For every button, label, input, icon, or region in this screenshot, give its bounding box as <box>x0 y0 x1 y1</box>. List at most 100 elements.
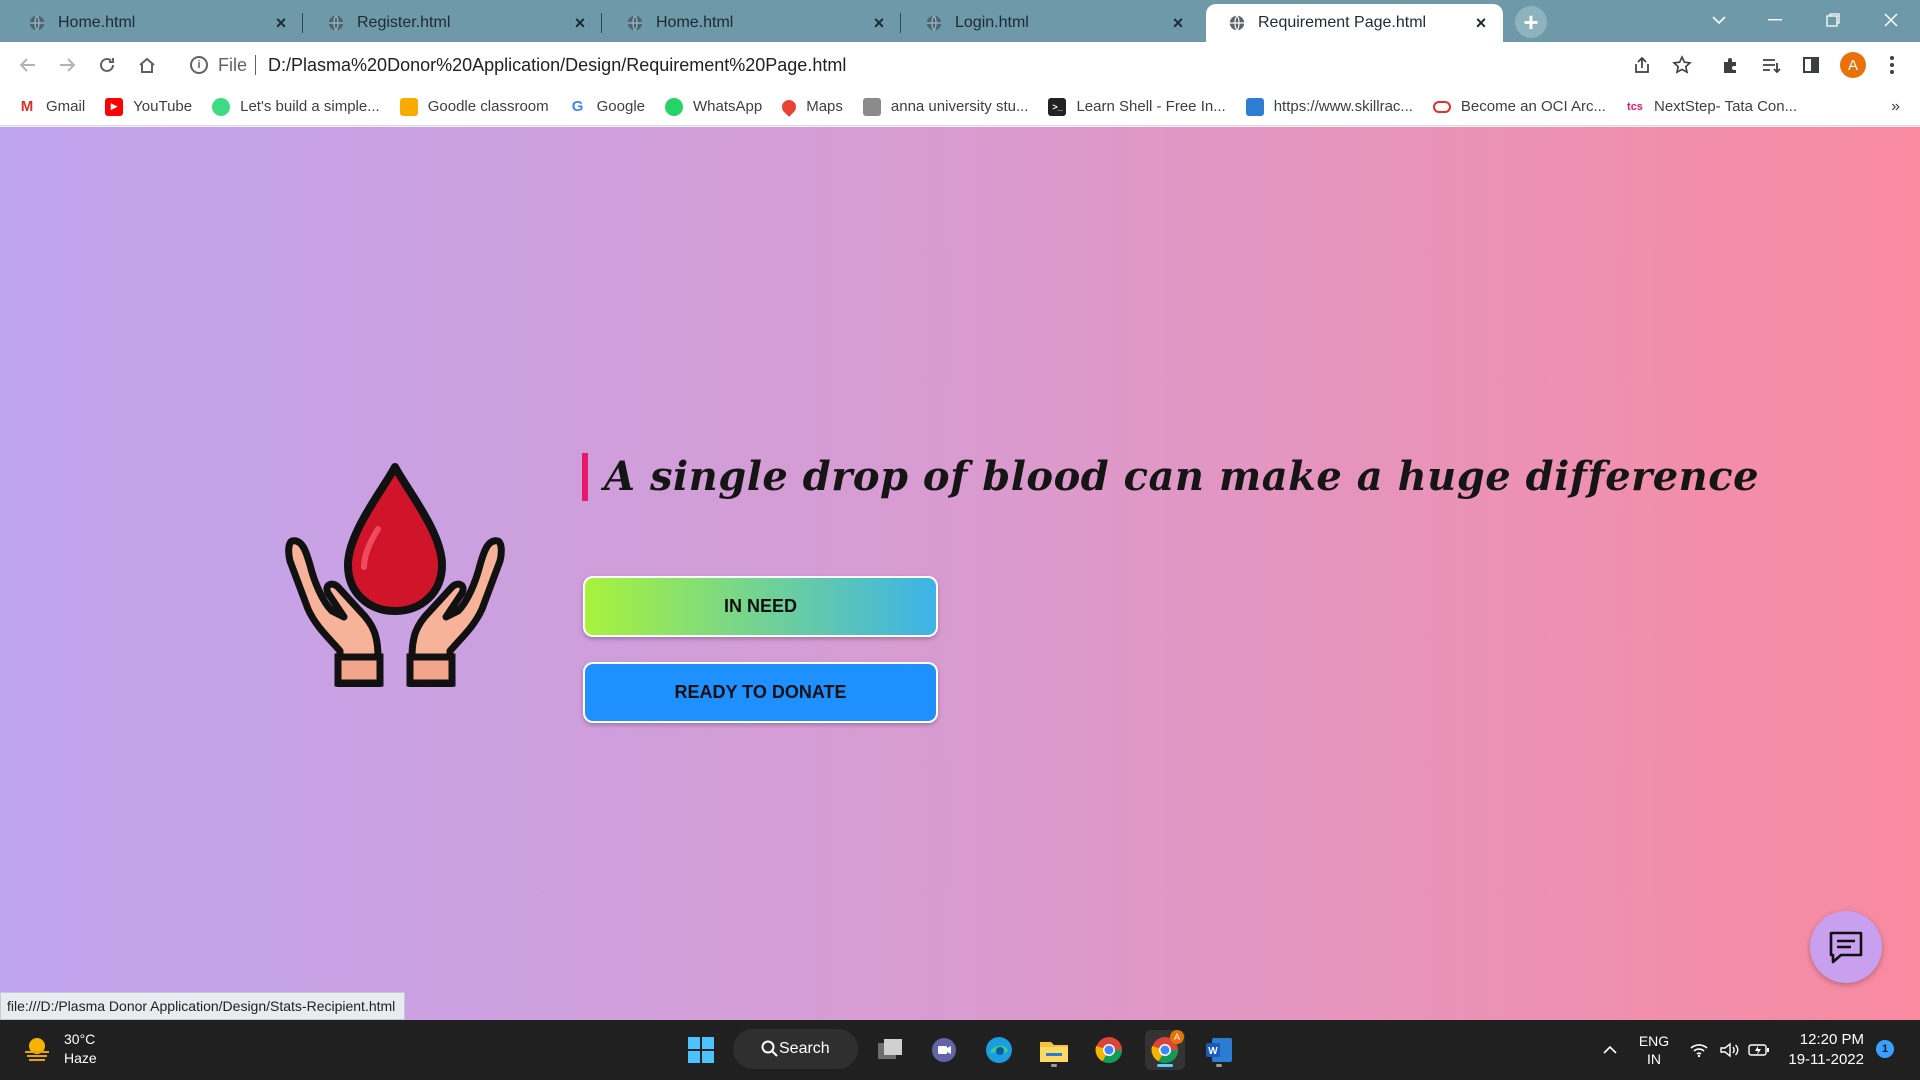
bookmark-anna-university[interactable]: anna university stu... <box>862 97 1029 116</box>
file-explorer-icon[interactable] <box>1034 1030 1074 1070</box>
weather-widget[interactable]: 30°C Haze <box>22 1030 97 1068</box>
bookmark-classroom[interactable]: Goodle classroom <box>399 97 549 116</box>
minimize-button[interactable] <box>1748 0 1802 40</box>
reload-icon <box>100 57 114 72</box>
url-scheme: File <box>218 54 248 75</box>
ready-to-donate-button[interactable]: READY TO DONATE <box>583 662 938 723</box>
browser-tab[interactable]: Register.html × <box>305 4 602 42</box>
close-tab-icon[interactable]: × <box>271 13 291 33</box>
close-tab-icon[interactable]: × <box>1471 13 1491 33</box>
region-code: IN <box>1647 1051 1661 1067</box>
bookmark-tcs[interactable]: tcs NextStep- Tata Con... <box>1625 97 1798 116</box>
bookmark-star-icon[interactable] <box>1668 51 1696 79</box>
back-button[interactable] <box>12 49 44 81</box>
show-hidden-icons-chevron-icon[interactable] <box>1598 1020 1622 1080</box>
chat-bubble-icon <box>1829 931 1863 964</box>
browser-toolbar: i File D:/Plasma%20Donor%20Application/D… <box>0 42 1920 88</box>
google-icon: G <box>568 97 587 116</box>
tab-title: Register.html <box>357 14 451 31</box>
bookmark-label: Learn Shell - Free In... <box>1076 98 1226 115</box>
new-tab-button[interactable]: + <box>1515 6 1547 38</box>
close-tab-icon[interactable]: × <box>869 13 889 33</box>
divider <box>255 55 257 75</box>
chrome-icon[interactable] <box>1089 1030 1129 1070</box>
bookmark-whatsapp[interactable]: WhatsApp <box>665 97 762 116</box>
language-indicator[interactable]: ENG IN <box>1634 1020 1674 1080</box>
globe-icon <box>328 15 344 31</box>
site-info-icon[interactable]: i <box>190 56 208 74</box>
system-clock[interactable]: 12:20 PM 19-11-2022 <box>1782 1030 1864 1070</box>
bookmark-label: Goodle classroom <box>427 98 549 115</box>
in-need-button[interactable]: IN NEED <box>583 576 938 637</box>
battery-icon[interactable] <box>1746 1020 1772 1080</box>
url-text[interactable]: D:/Plasma%20Donor%20Application/Design/R… <box>268 55 846 76</box>
bookmark-label: Maps <box>806 98 843 115</box>
bookmark-label: Let's build a simple... <box>240 98 380 115</box>
bookmark-gmail[interactable]: M Gmail <box>18 97 86 116</box>
browser-tab[interactable]: Login.html × <box>903 4 1200 42</box>
weather-temp: 30°C <box>64 1031 96 1047</box>
search-label: Search <box>779 1040 830 1057</box>
word-icon[interactable]: W <box>1199 1030 1239 1070</box>
browser-tab-active[interactable]: Requirement Page.html × <box>1206 4 1503 42</box>
edge-browser-icon[interactable] <box>979 1030 1019 1070</box>
reload-button[interactable] <box>91 49 123 81</box>
bookmark-skillrack[interactable]: https://www.skillrac... <box>1245 97 1413 116</box>
tab-search-chevron-icon[interactable] <box>1692 0 1746 40</box>
task-view-icon[interactable] <box>870 1030 910 1070</box>
close-tab-icon[interactable]: × <box>570 13 590 33</box>
bookmarks-bar: M Gmail ▶ YouTube Let's build a simple..… <box>0 88 1920 126</box>
volume-icon[interactable] <box>1716 1020 1742 1080</box>
chrome-profile-icon[interactable]: A <box>1145 1030 1185 1070</box>
oracle-icon <box>1432 100 1451 113</box>
svg-text:W: W <box>1208 1046 1218 1057</box>
windows-taskbar: 30°C Haze Search A W ENG IN 12:20 PM 19-… <box>0 1020 1920 1080</box>
restore-button[interactable] <box>1806 0 1860 40</box>
bookmark-google[interactable]: G Google <box>568 97 645 116</box>
home-button[interactable] <box>131 49 163 81</box>
share-icon[interactable] <box>1628 51 1656 79</box>
kebab-menu-icon[interactable] <box>1878 51 1906 79</box>
bookmark-label: anna university stu... <box>890 98 1029 115</box>
globe-icon <box>926 15 942 31</box>
tcs-icon: tcs <box>1625 97 1644 116</box>
extensions-puzzle-icon[interactable] <box>1717 51 1745 79</box>
close-window-button[interactable] <box>1864 0 1918 40</box>
bookmark-label: Gmail <box>46 98 86 115</box>
more-bookmarks-chevron-icon[interactable]: » <box>1891 98 1900 116</box>
bookmark-maps[interactable]: Maps <box>779 96 843 117</box>
skillrack-icon <box>1245 97 1264 116</box>
chat-button[interactable] <box>1810 911 1882 983</box>
home-icon <box>139 57 155 73</box>
running-indicator <box>1051 1064 1057 1067</box>
start-button[interactable] <box>681 1030 721 1070</box>
globe-icon <box>29 15 45 31</box>
bookmark-youtube[interactable]: ▶ YouTube <box>105 97 192 116</box>
blood-donation-hands-logo <box>285 463 505 687</box>
browser-tab[interactable]: Home.html × <box>6 4 303 42</box>
terminal-icon: >_ <box>1048 97 1067 116</box>
taskbar-search[interactable]: Search <box>733 1029 858 1069</box>
youtube-icon: ▶ <box>105 97 124 116</box>
profile-avatar[interactable]: A <box>1840 52 1866 78</box>
wifi-icon[interactable] <box>1686 1020 1712 1080</box>
forward-button[interactable] <box>51 49 83 81</box>
address-bar[interactable]: i File D:/Plasma%20Donor%20Application/D… <box>176 47 1676 83</box>
reading-list-icon[interactable] <box>1757 51 1785 79</box>
bookmark-label: NextStep- Tata Con... <box>1653 98 1798 115</box>
bookmark-learn-shell[interactable]: >_ Learn Shell - Free In... <box>1048 97 1226 116</box>
side-panel-icon[interactable] <box>1797 51 1825 79</box>
notification-badge[interactable]: 1 <box>1876 1040 1894 1058</box>
haze-sun-icon <box>25 1038 49 1061</box>
browser-tab[interactable]: Home.html × <box>604 4 901 42</box>
back-arrow-icon <box>19 58 35 72</box>
bookmark-android[interactable]: Let's build a simple... <box>212 97 380 116</box>
tab-title: Login.html <box>955 14 1029 31</box>
page-headline: A single drop of blood can make a huge d… <box>582 453 1759 501</box>
teams-chat-icon[interactable] <box>924 1030 964 1070</box>
bookmark-oci[interactable]: Become an OCI Arc... <box>1432 98 1606 115</box>
close-tab-icon[interactable]: × <box>1168 13 1188 33</box>
search-icon <box>761 1040 778 1057</box>
active-indicator <box>1157 1064 1173 1067</box>
tab-title: Home.html <box>656 14 734 31</box>
